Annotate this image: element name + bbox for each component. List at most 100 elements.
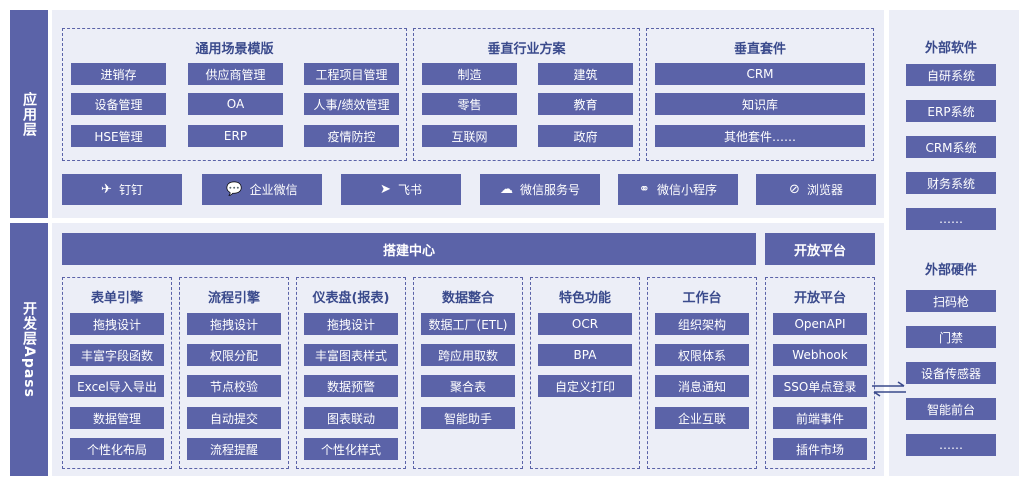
channel-label: 微信服务号 (519, 183, 580, 197)
vertical-suite-item: 知识库 (655, 93, 865, 115)
module-item: 丰富字段函数 (70, 344, 164, 366)
module-item: 聚合表 (421, 375, 515, 397)
external-software-item: 财务系统 (906, 172, 996, 194)
module-item: 丰富图表样式 (304, 344, 398, 366)
external-hardware-item: 设备传感器 (906, 362, 996, 384)
dev-layer-label: 开发层Apass (10, 223, 48, 476)
module-item: 组织架构 (655, 313, 749, 335)
vertical-suite-title: 垂直套件 (733, 42, 786, 57)
channel-label: 浏览器 (806, 183, 843, 197)
module-column: 表单引擎拖拽设计丰富字段函数 Excel导入导出 数据管理个性化布局 (62, 277, 172, 469)
vertical-solution-item: 建筑 (538, 63, 633, 85)
module-item: 拖拽设计 (304, 313, 398, 335)
module-item: 个性化样式 (304, 438, 398, 460)
channel-label: 钉钉 (118, 183, 143, 197)
vertical-solutions-group: 垂直行业方案 制造 建筑 零售 教育 互联网 政府 (413, 28, 640, 161)
module-column: 数据整合数据工厂(ETL) 跨应用取数聚合表智能助手 (413, 277, 523, 469)
vertical-suite-item: CRM (655, 63, 865, 85)
external-hardware-item: 门禁 (906, 326, 996, 348)
external-software-item: …… (906, 208, 996, 230)
channel-feishu: ➤ 飞书 (341, 174, 461, 205)
open-platform-bar: 开放平台 (765, 233, 875, 265)
module-item: 图表联动 (304, 407, 398, 429)
module-item: OpenAPI (773, 313, 867, 335)
general-template-item: 供应商管理 (188, 63, 283, 85)
bidirectional-arrow-icon (872, 381, 906, 397)
general-template-item: 设备管理 (71, 93, 166, 115)
external-software-item: 自研系统 (906, 64, 996, 86)
channel-label: 微信小程序 (656, 183, 717, 197)
external-hardware-title: 外部硬件 (924, 263, 977, 278)
dingtalk-icon: ✈ (101, 182, 112, 197)
channel-wecom: 💬 企业微信 (202, 174, 322, 205)
module-item: 智能助手 (421, 407, 515, 429)
wechat-icon: ☁ (499, 182, 513, 197)
channel-label: 企业微信 (249, 183, 298, 197)
external-hardware-item: 扫码枪 (906, 290, 996, 312)
module-column: 工作台组织架构权限体系消息通知企业互联 (647, 277, 757, 469)
feishu-icon: ➤ (380, 182, 391, 197)
module-column: 流程引擎拖拽设计权限分配节点校验自动提交流程提醒 (179, 277, 289, 469)
module-item: 权限分配 (187, 344, 281, 366)
module-item: 数据管理 (70, 407, 164, 429)
module-column: 仪表盘(报表) 拖拽设计丰富图表样式 数据预警图表联动个性化样式 (296, 277, 406, 469)
miniprogram-icon: ⚭ (639, 182, 650, 197)
module-title: 仪表盘(报表) (312, 291, 390, 306)
vertical-solution-item: 教育 (538, 93, 633, 115)
module-title: 工作台 (682, 291, 722, 306)
module-item: 自定义打印 (538, 375, 632, 397)
general-template-item: 人事/绩效管理 (304, 93, 399, 115)
module-title: 数据整合 (441, 291, 494, 306)
vertical-solution-item: 制造 (422, 63, 517, 85)
wecom-icon: 💬 (226, 182, 243, 197)
channel-label: 飞书 (397, 183, 422, 197)
channel-wechat: ☁ 微信服务号 (480, 174, 600, 205)
vertical-solution-item: 互联网 (422, 125, 517, 147)
module-item: 节点校验 (187, 375, 281, 397)
module-title: 表单引擎 (90, 291, 143, 306)
general-template-item: 疫情防控 (304, 125, 399, 147)
module-title: 流程引擎 (207, 291, 260, 306)
module-item: 企业互联 (655, 407, 749, 429)
module-item: 权限体系 (655, 344, 749, 366)
vertical-solution-item: 零售 (422, 93, 517, 115)
general-templates-title: 通用场景模版 (195, 42, 274, 57)
vertical-suite-item: 其他套件…… (655, 125, 865, 147)
external-software-item: ERP系统 (906, 100, 996, 122)
module-column: 开放平台 OpenAPI Webhook SSO单点登录 前端事件插件市场 (765, 277, 875, 469)
general-template-item: 工程项目管理 (304, 63, 399, 85)
vertical-suite-group: 垂直套件 CRM 知识库其他套件…… (646, 28, 874, 161)
module-item: 流程提醒 (187, 438, 281, 460)
vertical-solutions-title: 垂直行业方案 (487, 42, 566, 57)
module-item: 数据工厂(ETL) (421, 313, 515, 335)
module-item: Excel导入导出 (70, 375, 164, 397)
channel-miniprogram: ⚭ 微信小程序 (618, 174, 738, 205)
module-title: 开放平台 (793, 291, 846, 306)
general-templates-group: 通用场景模版 进销存 供应商管理 工程项目管理 设备管理 OA 人事/绩效管理 HSE管理 E… (62, 28, 407, 161)
module-item: 个性化布局 (70, 438, 164, 460)
module-column: 特色功能 OCR BPA 自定义打印 (530, 277, 640, 469)
module-item: 插件市场 (773, 438, 867, 460)
module-item: 数据预警 (304, 375, 398, 397)
general-template-item: OA (188, 93, 283, 115)
external-hardware-item: …… (906, 434, 996, 456)
vertical-solution-item: 政府 (538, 125, 633, 147)
module-item: Webhook (773, 344, 867, 366)
module-item: 跨应用取数 (421, 344, 515, 366)
browser-icon: ⊘ (789, 182, 800, 197)
build-center-bar: 搭建中心 (62, 233, 756, 265)
module-item: 拖拽设计 (187, 313, 281, 335)
external-software-item: CRM系统 (906, 136, 996, 158)
channel-dingtalk: ✈ 钉钉 (62, 174, 182, 205)
module-item: 消息通知 (655, 375, 749, 397)
general-template-item: 进销存 (71, 63, 166, 85)
general-template-item: HSE管理 (71, 125, 166, 147)
module-item: OCR (538, 313, 632, 335)
module-item: 拖拽设计 (70, 313, 164, 335)
app-layer-label: 应用层 (10, 10, 48, 218)
channel-browser: ⊘ 浏览器 (756, 174, 876, 205)
module-item: 自动提交 (187, 407, 281, 429)
module-item: SSO单点登录 (773, 375, 867, 397)
module-item: 前端事件 (773, 407, 867, 429)
external-hardware-item: 智能前台 (906, 398, 996, 420)
